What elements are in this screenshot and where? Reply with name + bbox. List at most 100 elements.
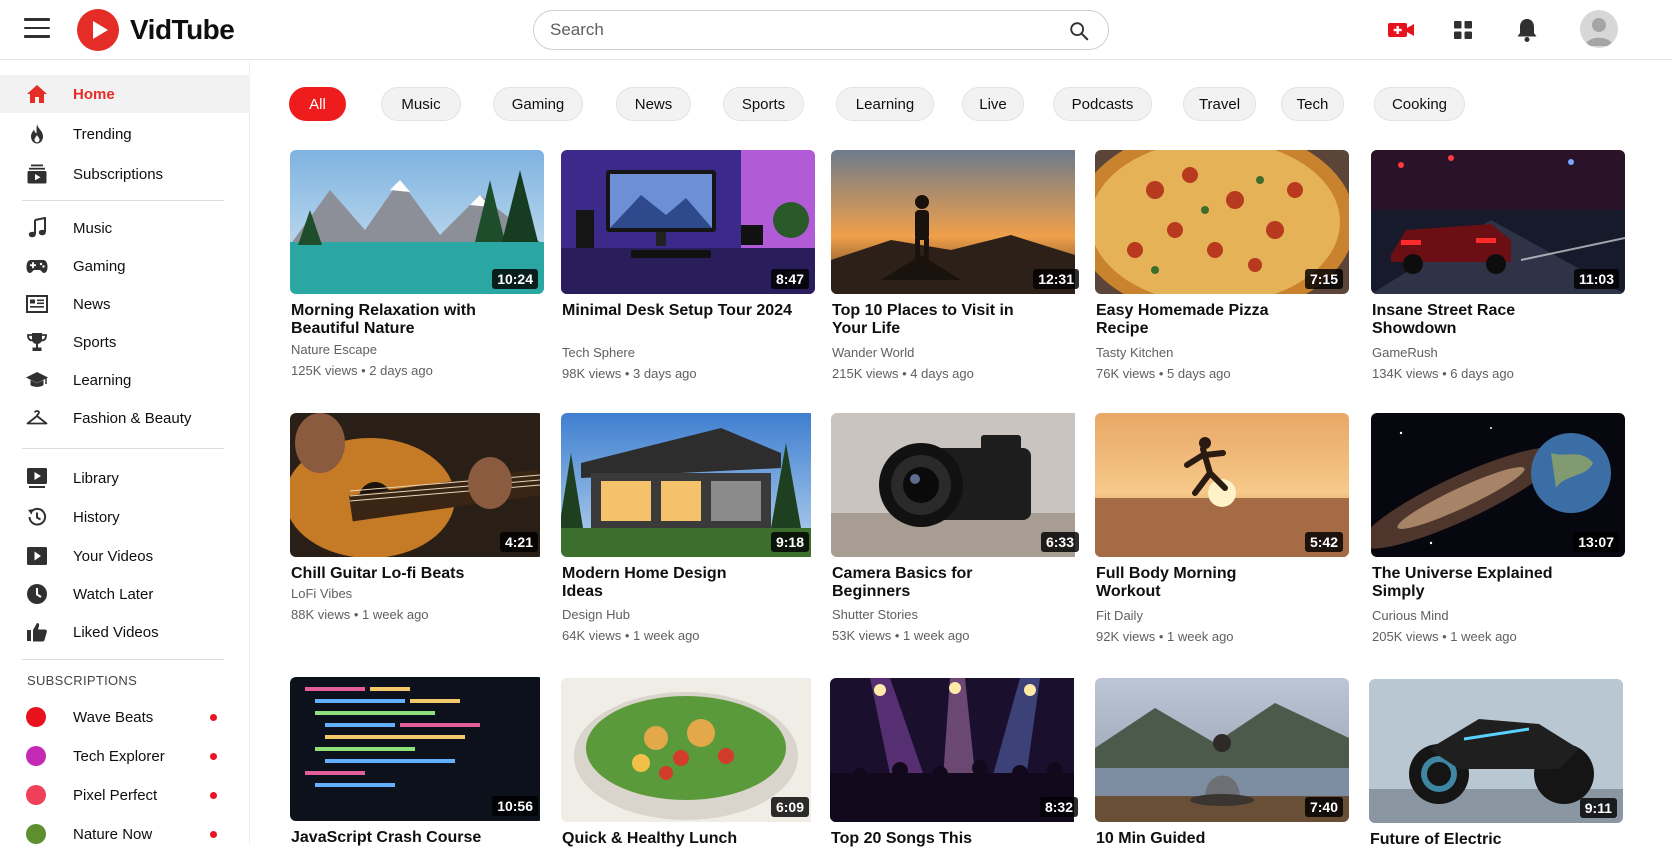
- video-card[interactable]: 8:32 Top 20 Songs This: [830, 678, 1084, 848]
- subscription-pixel-perfect[interactable]: Pixel Perfect: [0, 776, 250, 814]
- logo[interactable]: VidTube: [77, 9, 235, 51]
- video-title[interactable]: Easy Homemade Pizza Recipe: [1096, 302, 1296, 338]
- chip-podcasts[interactable]: Podcasts: [1053, 87, 1152, 121]
- video-thumbnail[interactable]: 9:11: [1369, 679, 1623, 823]
- video-thumbnail[interactable]: 9:18: [561, 413, 815, 557]
- sidebar-item-home[interactable]: Home: [0, 75, 250, 113]
- video-thumbnail[interactable]: 10:24: [290, 150, 544, 294]
- video-title[interactable]: JavaScript Crash Course: [291, 829, 541, 847]
- video-title[interactable]: Top 10 Places to Visit in Your Life: [832, 302, 1022, 338]
- chip-music[interactable]: Music: [381, 87, 461, 121]
- video-title[interactable]: Insane Street Race Showdown: [1372, 302, 1572, 338]
- video-title[interactable]: Top 20 Songs This: [831, 830, 1081, 848]
- channel-name[interactable]: Wander World: [832, 345, 914, 360]
- avatar[interactable]: [1580, 10, 1618, 48]
- video-title[interactable]: Chill Guitar Lo-fi Beats: [291, 565, 541, 583]
- channel-name[interactable]: GameRush: [1372, 345, 1438, 360]
- video-title[interactable]: Modern Home Design Ideas: [562, 565, 752, 601]
- sidebar-item-sports[interactable]: Sports: [0, 323, 250, 361]
- video-title[interactable]: 10 Min Guided: [1096, 830, 1346, 848]
- sidebar-item-your-videos[interactable]: Your Videos: [0, 537, 250, 575]
- video-card[interactable]: 12:31 Top 10 Places to Visit in Your Lif…: [831, 150, 1085, 390]
- video-title[interactable]: Future of Electric: [1370, 831, 1620, 849]
- video-thumbnail[interactable]: 5:42: [1095, 413, 1349, 557]
- chip-news[interactable]: News: [616, 87, 691, 121]
- subscription-nature-now[interactable]: Nature Now: [0, 815, 250, 853]
- channel-name[interactable]: Tech Sphere: [562, 345, 635, 360]
- video-thumbnail[interactable]: 10:56: [290, 677, 544, 821]
- search-box: [533, 10, 1109, 50]
- sidebar-item-learning[interactable]: Learning: [0, 361, 250, 399]
- video-card[interactable]: 8:47 Minimal Desk Setup Tour 2024 Tech S…: [561, 150, 815, 390]
- channel-name[interactable]: Curious Mind: [1372, 608, 1449, 623]
- sidebar-item-label: Subscriptions: [73, 165, 164, 183]
- video-thumbnail[interactable]: 13:07: [1371, 413, 1625, 557]
- video-thumbnail[interactable]: 7:40: [1095, 678, 1349, 822]
- video-card[interactable]: 13:07 The Universe Explained Simply Curi…: [1371, 413, 1625, 653]
- video-thumbnail[interactable]: 8:32: [830, 678, 1084, 822]
- video-card[interactable]: 5:42 Full Body Morning Workout Fit Daily…: [1095, 413, 1349, 653]
- subscription-tech-explorer[interactable]: Tech Explorer: [0, 737, 250, 775]
- chip-live[interactable]: Live: [962, 87, 1024, 121]
- video-thumbnail[interactable]: 6:33: [831, 413, 1085, 557]
- subscription-wave-beats[interactable]: Wave Beats: [0, 698, 250, 736]
- video-thumbnail[interactable]: 4:21: [290, 413, 544, 557]
- channel-name[interactable]: Fit Daily: [1096, 608, 1143, 623]
- video-title[interactable]: Minimal Desk Setup Tour 2024: [562, 302, 812, 320]
- sidebar-item-liked-videos[interactable]: Liked Videos: [0, 613, 250, 651]
- video-card[interactable]: 7:15 Easy Homemade Pizza Recipe Tasty Ki…: [1095, 150, 1349, 390]
- video-title[interactable]: The Universe Explained Simply: [1372, 565, 1572, 601]
- sidebar-item-music[interactable]: Music: [0, 209, 250, 247]
- video-thumbnail[interactable]: 6:09: [561, 678, 815, 822]
- chip-learning[interactable]: Learning: [836, 87, 934, 121]
- subscription-label: Pixel Perfect: [73, 786, 158, 804]
- menu-icon[interactable]: [24, 18, 50, 40]
- video-title[interactable]: Camera Basics for Beginners: [832, 565, 1022, 601]
- video-card[interactable]: 6:09 Quick & Healthy Lunch: [561, 678, 815, 848]
- sidebar-item-label: Fashion & Beauty: [73, 409, 192, 427]
- sidebar-item-watch-later[interactable]: Watch Later: [0, 575, 250, 613]
- channel-name[interactable]: LoFi Vibes: [291, 586, 352, 601]
- flame-icon: [31, 124, 43, 144]
- video-card[interactable]: 6:33 Camera Basics for Beginners Shutter…: [831, 413, 1085, 653]
- video-thumbnail[interactable]: 7:15: [1095, 150, 1349, 294]
- sidebar-item-fashion-beauty[interactable]: Fashion & Beauty: [0, 399, 250, 437]
- video-title[interactable]: Quick & Healthy Lunch: [562, 830, 812, 848]
- chip-cooking[interactable]: Cooking: [1374, 87, 1465, 121]
- sidebar-item-library[interactable]: Library: [0, 459, 250, 497]
- video-thumbnail[interactable]: 8:47: [561, 150, 815, 294]
- chip-sports[interactable]: Sports: [723, 87, 804, 121]
- channel-name[interactable]: Nature Escape: [291, 342, 377, 357]
- your-videos-icon: [27, 547, 47, 565]
- sidebar-item-gaming[interactable]: Gaming: [0, 247, 250, 285]
- video-card[interactable]: 9:18 Modern Home Design Ideas Design Hub…: [561, 413, 815, 653]
- video-card[interactable]: 10:24 Morning Relaxation with Beautiful …: [290, 150, 544, 390]
- video-card[interactable]: 4:21 Chill Guitar Lo-fi Beats LoFi Vibes…: [290, 413, 544, 653]
- chip-all[interactable]: All: [289, 87, 346, 121]
- video-thumbnail[interactable]: 11:03: [1371, 150, 1625, 294]
- apps-grid-icon[interactable]: [1448, 15, 1478, 45]
- search-icon[interactable]: [1068, 20, 1090, 42]
- video-card[interactable]: 7:40 10 Min Guided: [1095, 678, 1349, 848]
- video-title[interactable]: Morning Relaxation with Beautiful Nature: [291, 302, 541, 338]
- sidebar-item-history[interactable]: History: [0, 498, 250, 536]
- chip-travel[interactable]: Travel: [1183, 87, 1256, 121]
- chip-gaming[interactable]: Gaming: [493, 87, 583, 121]
- chip-tech[interactable]: Tech: [1281, 87, 1344, 121]
- sidebar-item-subscriptions[interactable]: Subscriptions: [0, 155, 250, 193]
- video-title[interactable]: Full Body Morning Workout: [1096, 565, 1286, 601]
- search-input[interactable]: [550, 19, 1050, 41]
- video-card[interactable]: 9:11 Future of Electric: [1369, 679, 1623, 849]
- channel-name[interactable]: Tasty Kitchen: [1096, 345, 1173, 360]
- create-video-icon[interactable]: [1386, 15, 1416, 45]
- view-count: 88K views: [291, 607, 351, 622]
- sidebar-item-trending[interactable]: Trending: [0, 115, 250, 153]
- channel-name[interactable]: Design Hub: [562, 607, 630, 622]
- video-card[interactable]: 10:56 JavaScript Crash Course: [290, 677, 544, 847]
- subscriptions-icon: [27, 164, 47, 184]
- channel-name[interactable]: Shutter Stories: [832, 607, 918, 622]
- notifications-bell-icon[interactable]: [1512, 15, 1542, 45]
- video-card[interactable]: 11:03 Insane Street Race Showdown GameRu…: [1371, 150, 1625, 390]
- video-thumbnail[interactable]: 12:31: [831, 150, 1085, 294]
- sidebar-item-news[interactable]: News: [0, 285, 250, 323]
